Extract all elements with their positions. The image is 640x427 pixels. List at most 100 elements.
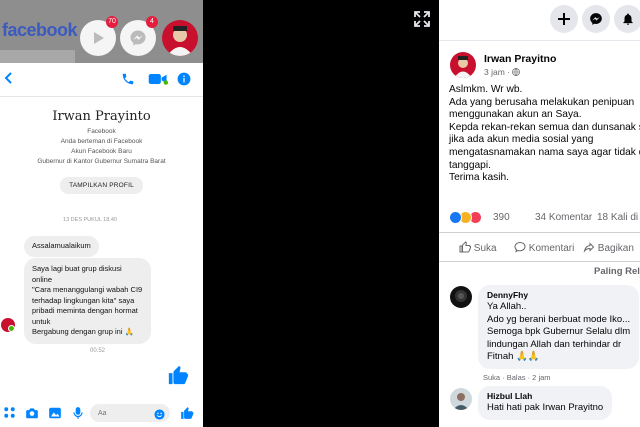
- share-label: Bagikan: [597, 243, 634, 254]
- like-thumb-icon: [168, 365, 189, 385]
- phone-icon[interactable]: [121, 72, 135, 86]
- feed-bar: [0, 50, 75, 63]
- play-icon: [94, 32, 104, 44]
- mic-icon[interactable]: [71, 406, 85, 420]
- back-chevron-icon[interactable]: [2, 71, 16, 85]
- like-label: Suka: [473, 243, 497, 254]
- plus-icon: [558, 13, 570, 25]
- status-bar: [0, 0, 203, 10]
- post-actions: Suka Komentari Bagikan: [439, 232, 640, 262]
- message-line: "Cara menanggulangi wabah CI9: [32, 285, 143, 294]
- comment-line: Ya Allah..: [487, 301, 527, 312]
- comment-line: lindungan Allah dan terhindar dr: [487, 338, 622, 350]
- comment-bubble: DennyFhy Ya Allah.. Ado yg berani berbua…: [478, 285, 640, 369]
- phone-top-area: facebook 70 4: [0, 0, 203, 63]
- post-line: jika ada akun media sosial yang: [449, 134, 594, 146]
- message-composer: [0, 400, 203, 427]
- post-timestamp[interactable]: 3 jam ·: [484, 67, 521, 77]
- post-line: tanggapi.: [449, 159, 491, 171]
- post-panel: Irwan Prayitno 3 jam · Aslmkm. Wr wb. Ad…: [439, 0, 640, 427]
- message-line: untuk: [32, 316, 51, 326]
- create-button[interactable]: [550, 5, 578, 33]
- author-photo-icon: [454, 56, 472, 78]
- message-line: Saya lagi buat grup diskusi online: [32, 264, 122, 284]
- messenger-button[interactable]: [582, 5, 610, 33]
- comment-author[interactable]: DennyFhy: [487, 290, 630, 301]
- post-time-text: 3 jam ·: [484, 67, 510, 77]
- date-separator: 13 DES PUKUL 18.40: [63, 217, 117, 223]
- comment-line: Hati hati pak Irwan Prayitno: [487, 402, 604, 413]
- comment-line: Semoga bpk Gubernur Selalu dlm: [487, 326, 631, 337]
- like-button[interactable]: Suka: [459, 241, 497, 254]
- messenger-phone-screenshot: facebook 70 4 Irwan Prayinto Facebook An…: [0, 0, 203, 427]
- post-line: mengatasnamakan nama saya agar tidak d: [449, 146, 640, 158]
- screen-root: facebook 70 4 Irwan Prayinto Facebook An…: [0, 0, 640, 427]
- camera-icon[interactable]: [25, 406, 39, 420]
- message-line: pribadi meminta dengan hormat: [32, 306, 138, 315]
- video-chathead[interactable]: 70: [80, 16, 118, 56]
- post-line: Ada yang berusaha melakukan penipuan: [449, 96, 635, 108]
- author-avatar[interactable]: [450, 52, 476, 78]
- divider: [439, 40, 640, 41]
- comment-line: Fitnah 🙏🙏: [487, 351, 540, 362]
- profile-line: Anda berteman di Facebook: [60, 138, 143, 145]
- comment-bubble: Hizbul Llah Hati hati pak Irwan Prayitno: [478, 386, 613, 420]
- message-line: Bergabung dengan grup ini 🙏: [32, 327, 134, 336]
- info-icon[interactable]: [177, 72, 191, 86]
- commenter-photo-icon: [453, 393, 469, 410]
- messenger-chathead[interactable]: 4: [120, 16, 158, 56]
- share-count[interactable]: 18 Kali di: [597, 212, 638, 223]
- post-line: Aslmkm. Wr wb.: [449, 84, 523, 95]
- commenter-avatar[interactable]: [450, 286, 472, 308]
- like-thumb-icon: [459, 241, 471, 253]
- profile-line: Facebook: [87, 128, 116, 135]
- post-line: menggunakan akun an Saya.: [449, 109, 582, 121]
- grid-icon[interactable]: [3, 406, 16, 419]
- time-separator: 00.52: [89, 348, 105, 354]
- post-body: Aslmkm. Wr wb. Ada yang berusaha melakuk…: [449, 84, 640, 185]
- facebook-wordmark: facebook: [2, 20, 78, 40]
- reaction-count[interactable]: 390: [493, 212, 510, 223]
- view-profile-button[interactable]: TAMPILKAN PROFIL: [60, 177, 143, 194]
- like-reaction-icon[interactable]: [449, 211, 462, 224]
- commenter-photo-icon: [455, 290, 467, 302]
- author-name[interactable]: Irwan Prayitno: [484, 53, 556, 65]
- commenter-avatar[interactable]: [450, 388, 472, 410]
- bell-icon: [623, 13, 633, 25]
- comment-author[interactable]: Hizbul Llah: [487, 391, 603, 402]
- post-line: Kepda rekan-rekan semua dan dunsanak s: [449, 121, 640, 133]
- globe-icon: [512, 68, 521, 76]
- conversation-profile-intro: Irwan Prayinto Facebook Anda berteman di…: [0, 97, 203, 194]
- comment-sort-selector[interactable]: Paling Rel: [594, 266, 640, 277]
- post-line: Terima kasih.: [449, 172, 510, 184]
- profile-photo-icon: [167, 26, 193, 56]
- comment-icon: [514, 241, 526, 253]
- chathead-badge: 70: [106, 16, 118, 28]
- sender-avatar: [1, 318, 15, 332]
- profile-name: Irwan Prayinto: [52, 109, 151, 124]
- messenger-icon: [130, 30, 146, 46]
- conversation-header: [0, 63, 203, 97]
- like-thumb-icon[interactable]: [180, 406, 194, 420]
- comment-label: Komentari: [528, 243, 575, 254]
- comment-count[interactable]: 34 Komentar: [535, 212, 592, 223]
- profile-line: Akun Facebook Baru: [71, 148, 132, 155]
- photo-viewer: [203, 0, 439, 427]
- image-icon[interactable]: [48, 406, 62, 420]
- reactions-summary: 390 34 Komentar 18 Kali di: [449, 211, 640, 227]
- profile-chathead[interactable]: [162, 20, 198, 56]
- video-icon[interactable]: [148, 72, 168, 86]
- notifications-button[interactable]: [614, 5, 640, 33]
- messenger-icon: [590, 13, 602, 25]
- comment-meta[interactable]: Suka · Balas · 2 jam: [483, 373, 551, 382]
- received-message: Assalamualaikum: [24, 236, 99, 257]
- share-button[interactable]: Bagikan: [583, 241, 634, 254]
- profile-line: Gubernur di Kantor Gubernur Sumatra Bara…: [37, 158, 166, 165]
- emoji-icon[interactable]: [154, 409, 165, 420]
- comment-button[interactable]: Komentari: [514, 241, 574, 254]
- expand-icon[interactable]: [413, 10, 431, 28]
- message-line: terhadap lingkungan kita" saya: [32, 295, 135, 305]
- comment-line: Ado yg berani berbuat mode Iko...: [487, 313, 631, 325]
- chathead-badge: 4: [146, 16, 158, 28]
- received-message: Saya lagi buat grup diskusi online "Cara…: [24, 258, 151, 344]
